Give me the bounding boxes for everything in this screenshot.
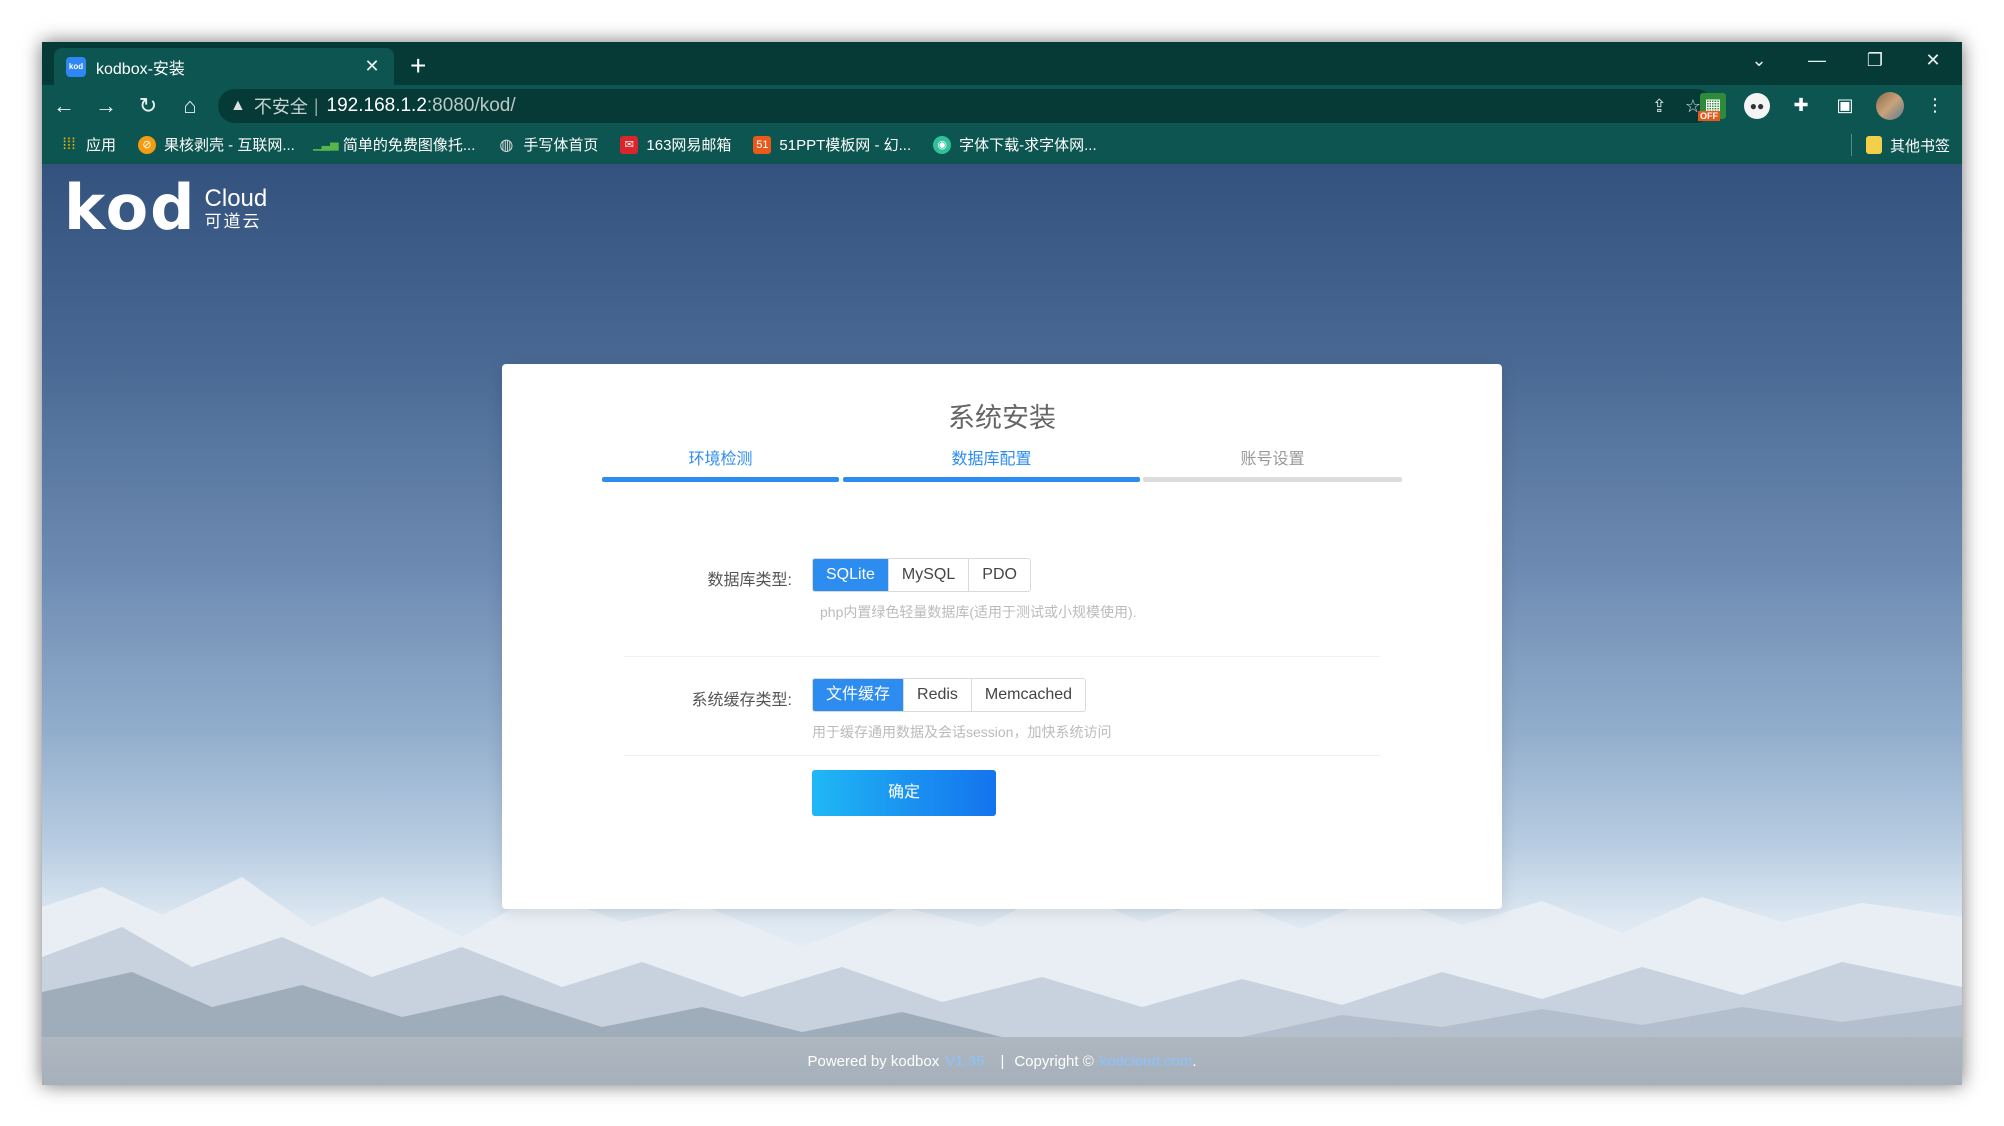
db-option-sqlite[interactable]: SQLite [813, 559, 889, 591]
copyright-text: Copyright © [1014, 1052, 1094, 1070]
confirm-button[interactable]: 确定 [812, 770, 996, 816]
page-viewport: kod Cloud 可道云 系统安装 环境检测 数据库配置 账号设置 数据库类型… [42, 164, 1962, 1085]
back-icon[interactable]: ← [44, 88, 84, 124]
bookmark-item[interactable]: ◉ 字体下载-求字体网... [933, 134, 1097, 155]
tab-title: kodbox-安装 [96, 60, 185, 78]
bookmark-label: 手写体首页 [523, 137, 599, 154]
browser-toolbar: ← → ↻ ⌂ ▲ 不安全 | 192.168.1.2 :8080/kod/ ⇪… [42, 85, 1962, 126]
step-database-config: 数据库配置 [843, 450, 1140, 482]
bookmark-item[interactable]: ⊘ 果核剥壳 - 互联网... [138, 134, 295, 155]
database-type-hint: php内置绿色轻量数据库(适用于测试或小规模使用). [820, 604, 1137, 620]
bookmark-item[interactable]: ◍ 手写体首页 [497, 134, 598, 155]
step-progress-bar [1143, 477, 1402, 482]
netease-mail-icon: ✉ [620, 135, 639, 154]
bookmark-label: 应用 [86, 137, 117, 154]
forward-icon[interactable]: → [86, 88, 126, 124]
browser-window: kod kodbox-安装 ✕ + ⌄ — ❐ ✕ ← → ↻ ⌂ ▲ 不安全 … [42, 42, 1962, 1085]
bookmark-item[interactable]: ▁▃▅ 简单的免费图像托... [313, 134, 476, 155]
owl-extension-icon[interactable]: ●● [1744, 92, 1770, 119]
address-separator: | [313, 95, 319, 116]
bookmark-item[interactable]: 51 51PPT模板网 - 幻... [753, 134, 911, 155]
close-window-icon[interactable]: ✕ [1904, 42, 1962, 78]
form-divider [624, 755, 1380, 756]
close-tab-icon[interactable]: ✕ [362, 56, 382, 77]
cache-option-memcached[interactable]: Memcached [971, 679, 1086, 711]
logo-cloud: Cloud [204, 185, 268, 212]
step-label: 账号设置 [1240, 451, 1305, 468]
profile-avatar[interactable] [1876, 91, 1904, 120]
kodcloud-logo: kod Cloud 可道云 [64, 171, 268, 244]
apps-grid-icon: ⁞⁞⁞ [62, 135, 76, 153]
logo-kod: kod [64, 171, 197, 244]
db-option-mysql[interactable]: MySQL [888, 559, 970, 591]
bookmark-apps[interactable]: ⁞⁞⁞ 应用 [60, 134, 116, 155]
site-link[interactable]: kodcloud.com [1100, 1053, 1193, 1070]
bars-chart-icon: ▁▃▅ [313, 139, 339, 151]
extension-off-icon[interactable]: ▦ OFF [1698, 92, 1726, 121]
install-card: 系统安装 环境检测 数据库配置 账号设置 数据库类型: SQLite MySQL… [502, 364, 1502, 909]
other-bookmarks-label: 其他书签 [1889, 137, 1950, 155]
window-controls: ⌄ — ❐ ✕ [1730, 42, 1962, 78]
step-environment-check: 环境检测 [602, 450, 839, 482]
cache-type-selector: 文件缓存 Redis Memcached [812, 678, 1087, 712]
51ppt-icon: 51 [753, 135, 772, 154]
share-icon[interactable]: ⇪ [1652, 96, 1667, 117]
powered-by-text: Powered by kodbox [807, 1052, 940, 1070]
insecure-label[interactable]: 不安全 [254, 93, 308, 119]
step-account-setup: 账号设置 [1143, 450, 1402, 482]
side-panel-icon[interactable]: ▣ [1832, 93, 1858, 119]
browser-tab[interactable]: kod kodbox-安装 ✕ [54, 48, 394, 85]
kodbox-favicon-icon: kod [66, 56, 86, 77]
minimize-icon[interactable]: — [1788, 42, 1846, 78]
url-host[interactable]: 192.168.1.2 [327, 95, 427, 117]
footer-period: . [1192, 1052, 1197, 1070]
tab-search-icon[interactable]: ⌄ [1730, 42, 1788, 78]
form-divider [624, 656, 1380, 657]
page-footer: Powered by kodbox V1.35 | Copyright © ko… [42, 1037, 1962, 1085]
reload-icon[interactable]: ↻ [128, 88, 168, 124]
version-text: V1.35 [945, 1052, 985, 1070]
cache-type-hint: 用于缓存通用数据及会话session，加快系统访问 [812, 724, 1112, 740]
extensions-puzzle-icon[interactable]: ✚ [1788, 93, 1814, 119]
warning-icon[interactable]: ▲ [230, 97, 246, 115]
install-steps: 环境检测 数据库配置 账号设置 [602, 450, 1402, 482]
step-label: 数据库配置 [951, 451, 1032, 468]
bookmark-label: 字体下载-求字体网... [959, 137, 1097, 154]
db-option-pdo[interactable]: PDO [969, 559, 1030, 591]
restore-icon[interactable]: ❐ [1846, 42, 1904, 78]
bookmark-item[interactable]: ✉ 163网易邮箱 [620, 134, 731, 155]
bookmark-label: 简单的免费图像托... [342, 137, 476, 154]
step-label: 环境检测 [688, 451, 753, 468]
footer-separator: | [1000, 1052, 1005, 1070]
cache-option-file[interactable]: 文件缓存 [813, 679, 905, 711]
extension-off-label: OFF [1698, 110, 1720, 121]
step-progress-bar [843, 477, 1140, 482]
database-type-selector: SQLite MySQL PDO [812, 558, 1031, 592]
bookmarks-bar: ⁞⁞⁞ 应用 ⊘ 果核剥壳 - 互联网... ▁▃▅ 简单的免费图像托... ◍… [42, 126, 1962, 164]
orange-circle-icon: ⊘ [138, 135, 157, 154]
page-title: 系统安装 [948, 403, 1056, 433]
address-actions: ⇪ ☆ [1652, 89, 1701, 123]
menu-kebab-icon[interactable]: ⋮ [1922, 93, 1948, 119]
address-bar[interactable]: ▲ 不安全 | 192.168.1.2 :8080/kod/ ⇪ ☆ [218, 89, 1713, 123]
title-bar: kod kodbox-安装 ✕ + ⌄ — ❐ ✕ [42, 42, 1962, 85]
cache-type-label: 系统缓存类型: [691, 692, 792, 709]
toolbar-extensions: ▦ OFF ●● ✚ ▣ ⋮ [1698, 85, 1948, 126]
url-path[interactable]: :8080/kod/ [427, 95, 516, 117]
other-bookmarks[interactable]: 其他书签 [1850, 126, 1950, 164]
logo-chinese: 可道云 [204, 212, 262, 231]
bookmark-label: 51PPT模板网 - 幻... [779, 137, 912, 154]
location-pin-icon: ◉ [933, 135, 952, 154]
bookmark-label: 果核剥壳 - 互联网... [164, 137, 295, 154]
database-type-label: 数据库类型: [707, 572, 792, 589]
bookmark-label: 163网易邮箱 [646, 137, 732, 154]
globe-icon: ◍ [499, 136, 514, 154]
new-tab-button[interactable]: + [410, 48, 426, 84]
bookmarks-divider [1850, 134, 1852, 156]
step-progress-bar [602, 477, 839, 482]
folder-icon [1865, 136, 1882, 154]
home-icon[interactable]: ⌂ [170, 88, 210, 124]
cache-option-redis[interactable]: Redis [904, 679, 972, 711]
